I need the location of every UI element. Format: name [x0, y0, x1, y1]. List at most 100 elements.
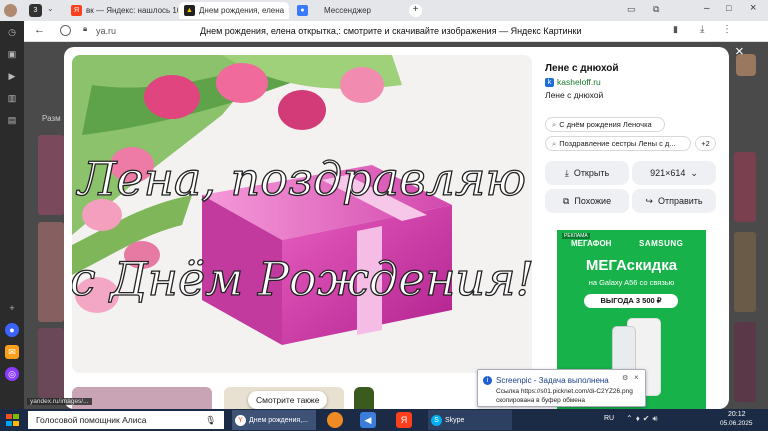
related-chip-1[interactable]: ⌕ С днём рождения Леночка	[545, 117, 665, 132]
tab-search[interactable]: Я вк — Яндекс: нашлось 10	[66, 2, 178, 19]
close-window-icon[interactable]: ×	[750, 2, 756, 14]
share-icon: ↪	[645, 195, 653, 206]
yandex-icon: Я	[71, 5, 82, 16]
bookmark-icon[interactable]: ▮	[673, 24, 678, 35]
thumb-right-3[interactable]	[734, 322, 756, 402]
alice-search-box[interactable]: Голосовой помощник Алиса 🎙︎	[28, 411, 224, 429]
site-favicon-icon: k	[545, 77, 554, 87]
main-image[interactable]: Лена, поздравляю с Днём Рождения!	[72, 55, 532, 373]
language-indicator[interactable]: RU	[604, 415, 614, 422]
thumb-right-1[interactable]	[734, 152, 756, 222]
source-domain: kasheloff.ru	[557, 77, 601, 87]
tab-label: Мессенджер	[324, 6, 371, 15]
windows-logo-icon	[6, 414, 12, 419]
info-icon: i	[483, 376, 492, 385]
see-also-button[interactable]: Смотрите также	[248, 391, 328, 409]
chip-label: Поздравление сестры Лены с д...	[559, 139, 676, 148]
open-button[interactable]: ⤓ Открыть	[545, 161, 629, 185]
tab-images[interactable]: ▲ Днем рождения, елена ×	[179, 2, 289, 19]
messenger-icon: ●	[297, 5, 308, 16]
close-tab-icon[interactable]: ×	[288, 6, 289, 15]
download-icon[interactable]: ⤓	[700, 24, 704, 35]
status-url: yandex.ru/images/...	[27, 398, 92, 405]
windows-logo-part	[6, 420, 12, 426]
downloads-icon[interactable]: ⧉	[653, 4, 659, 15]
share-label: Отправить	[657, 196, 703, 206]
profile-avatar[interactable]	[4, 4, 17, 17]
tab-label: вк — Яндекс: нашлось 10	[86, 6, 178, 15]
sidebar-rail: ◷ ▣ ▶ ▥ ▤ + ● ✉ ◎	[0, 21, 24, 409]
taskbar-browser-label: Днем рождения,...	[249, 416, 308, 424]
windows-logo-part	[13, 414, 19, 419]
alice-icon[interactable]: ●	[5, 323, 19, 337]
back-icon[interactable]: ←	[34, 24, 45, 36]
page-title[interactable]: Днем рождения, елена открытка,: смотрите…	[200, 26, 582, 36]
thumb-right-2[interactable]	[734, 232, 756, 312]
yandex-app-icon[interactable]: Я	[396, 412, 412, 428]
chip-label: С днём рождения Леночка	[559, 120, 652, 129]
thumb-left-1[interactable]	[38, 135, 64, 215]
ad-brand-samsung: SAMSUNG	[639, 239, 684, 248]
chevron-down-icon[interactable]: ⌄	[47, 4, 54, 13]
image-description: Лене с днюхой	[545, 90, 604, 100]
share-button[interactable]: ↪ Отправить	[632, 189, 716, 213]
tab-label: Днем рождения, елена	[199, 6, 285, 15]
minimize-icon[interactable]: –	[704, 3, 710, 14]
start-button[interactable]	[3, 411, 23, 429]
filter-label[interactable]: Разм	[42, 114, 61, 123]
video-icon[interactable]: ▶	[5, 69, 19, 83]
taskbar-browser[interactable]: Y Днем рождения,...	[232, 410, 316, 430]
postcard-image: Лена, поздравляю с Днём Рождения!	[72, 55, 532, 373]
tray-icons[interactable]: ⌃♦✔🔊︎	[626, 414, 661, 424]
notification-title: Screenpic - Задача выполнена	[496, 376, 609, 385]
source-link[interactable]: k kasheloff.ru	[545, 77, 601, 87]
search-icon: ⌕	[552, 138, 557, 148]
open-label: Открыть	[573, 168, 610, 178]
assistant-icon[interactable]: ◎	[5, 367, 19, 381]
notification-close-icon[interactable]: ×	[634, 373, 639, 382]
firefox-icon[interactable]	[327, 412, 343, 428]
clock-time[interactable]: 20:12	[728, 411, 746, 418]
greeting-line-2: с Днём Рождения!	[72, 252, 532, 306]
image-title: Лене с днюхой	[545, 63, 619, 74]
image-icon: ▲	[184, 5, 195, 16]
taskbar-skype[interactable]: S Skype	[428, 410, 512, 430]
mail-icon[interactable]: ✉	[5, 345, 19, 359]
thumb-left-3[interactable]	[38, 328, 64, 398]
clock-date[interactable]: 05.06.2025	[720, 420, 753, 427]
domain-label[interactable]: ya.ru	[96, 26, 116, 36]
tab-messenger[interactable]: ● Мессенджер	[292, 2, 402, 19]
bookmarks-icon[interactable]: ▭	[627, 4, 636, 15]
image-viewer: Лена, поздравляю с Днём Рождения! Лене с…	[64, 47, 729, 409]
notification-line-2: скопирована в буфер обмена	[496, 397, 586, 404]
related-chip-2[interactable]: ⌕ Поздравление сестры Лены с д...	[545, 136, 691, 151]
notification-line-1: Ссылка https://s01.picknet.com/di-C2YZ26…	[496, 388, 633, 395]
new-tab-icon[interactable]: +	[409, 4, 422, 17]
address-bar: ← 🔒︎ ya.ru Днем рождения, елена открытка…	[0, 21, 768, 42]
maximize-icon[interactable]: □	[726, 3, 731, 13]
media-player-icon[interactable]: ◀	[360, 412, 376, 428]
history-icon[interactable]: ◷	[5, 25, 19, 39]
notes-icon[interactable]: ▤	[5, 113, 19, 127]
close-viewer-icon[interactable]: ×	[735, 44, 744, 59]
collections-icon[interactable]: ▥	[5, 91, 19, 105]
size-label: 921×614	[650, 168, 686, 178]
add-icon[interactable]: +	[5, 301, 19, 315]
thumb-left-2[interactable]	[38, 222, 64, 322]
similar-button[interactable]: ⧉ Похожие	[545, 189, 629, 213]
lock-icon[interactable]: 🔒︎	[83, 24, 87, 34]
size-select[interactable]: 921×614 ⌄	[632, 161, 716, 185]
tabs-icon[interactable]: ▣	[5, 47, 19, 61]
more-chips-button[interactable]: +2	[695, 136, 716, 151]
thumb-strip-1[interactable]	[72, 387, 212, 409]
thumb-strip-3[interactable]	[354, 387, 374, 409]
taskbar: Голосовой помощник Алиса 🎙︎ Y Днем рожде…	[0, 409, 768, 431]
protect-icon[interactable]	[60, 25, 71, 36]
notification-settings-icon[interactable]: ⚙	[622, 374, 628, 382]
download-icon: ⤓	[564, 167, 569, 178]
tab-counter[interactable]: 3	[29, 4, 42, 17]
taskbar-skype-label: Skype	[445, 416, 465, 424]
microphone-icon[interactable]: 🎙︎	[205, 415, 216, 426]
menu-icon[interactable]: ⋮	[722, 24, 732, 35]
screenpic-notification[interactable]: i Screenpic - Задача выполнена ⚙ × Ссылк…	[477, 369, 646, 407]
